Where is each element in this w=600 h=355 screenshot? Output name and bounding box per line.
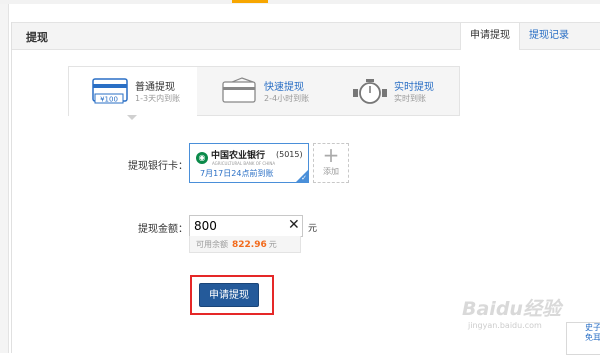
clear-amount-icon[interactable]: ✕ <box>288 217 300 233</box>
top-accent-bar <box>232 0 268 3</box>
amount-unit: 元 <box>308 224 318 234</box>
bank-card-icon: ¥100 <box>92 78 128 104</box>
card-arrival-time: 7月17日24点前到账 <box>200 169 274 178</box>
available-label: 可用余额 <box>196 240 228 249</box>
tab-withdraw-records[interactable]: 提现记录 <box>520 23 578 49</box>
withdraw-method-selector: ¥100 普通提现 1-3天内到账 快速提现 2-4小时到账 实时提现 实时到账 <box>68 66 460 116</box>
add-card-label: 添加 <box>323 167 339 176</box>
available-balance: 可用余额 822.96 元 <box>189 236 301 253</box>
card-tail-number: (5015) <box>276 150 303 159</box>
amount-input[interactable] <box>194 217 274 234</box>
panel-title: 提现 <box>26 31 48 44</box>
left-sidebar <box>0 4 9 353</box>
available-amount: 822.96 <box>232 240 267 250</box>
plus-icon: + <box>322 143 340 167</box>
side-line-1: 史子 <box>585 323 600 332</box>
stopwatch-icon <box>353 79 387 104</box>
side-line-2: 免耳 <box>585 333 600 342</box>
method-desc: 2-4小时到账 <box>264 94 310 103</box>
method-title: 实时提现 <box>394 82 434 93</box>
method-desc: 1-3天内到账 <box>135 94 181 103</box>
method-normal[interactable]: ¥100 普通提现 1-3天内到账 <box>69 67 197 116</box>
method-realtime[interactable]: 实时提现 实时到账 <box>328 67 456 115</box>
fast-card-icon <box>222 77 256 103</box>
method-title: 普通提现 <box>135 82 175 93</box>
tab-apply-withdraw[interactable]: 申请提现 <box>460 23 520 50</box>
method-title: 快速提现 <box>264 82 304 93</box>
abc-bank-logo-icon: ◉ <box>196 152 208 164</box>
watermark-url: jingyan.baidu.com <box>468 321 542 330</box>
apply-withdraw-button[interactable]: 申请提现 <box>199 283 259 307</box>
amount-label: 提现金额： <box>138 224 188 235</box>
panel-header: 提现 申请提现 提现记录 <box>12 22 600 50</box>
method-desc: 实时到账 <box>394 94 426 103</box>
bank-english-name: AGRICULTURAL BANK OF CHINA <box>212 161 276 166</box>
bank-name-text: 中国农业银行 <box>211 151 266 161</box>
amount-field[interactable] <box>189 215 303 237</box>
side-popup[interactable]: 史子 免耳 <box>566 322 600 355</box>
add-card-button[interactable]: + 添加 <box>313 143 349 183</box>
selected-bank-card[interactable]: ◉ 中国农业银行 (5015) AGRICULTURAL BANK OF CHIN… <box>189 143 309 183</box>
method-badge: ¥100 <box>100 96 118 104</box>
checkmark-icon: ✓ <box>301 174 307 182</box>
available-unit: 元 <box>268 240 277 249</box>
method-pointer-arrow <box>127 115 137 120</box>
top-strip <box>0 0 600 4</box>
baidu-jingyan-watermark: Baidu经验 jingyan.baidu.com <box>462 294 561 330</box>
card-label: 提现银行卡： <box>128 161 188 172</box>
method-fast[interactable]: 快速提现 2-4小时到账 <box>198 67 326 115</box>
watermark-text: Baidu经验 <box>462 298 561 320</box>
